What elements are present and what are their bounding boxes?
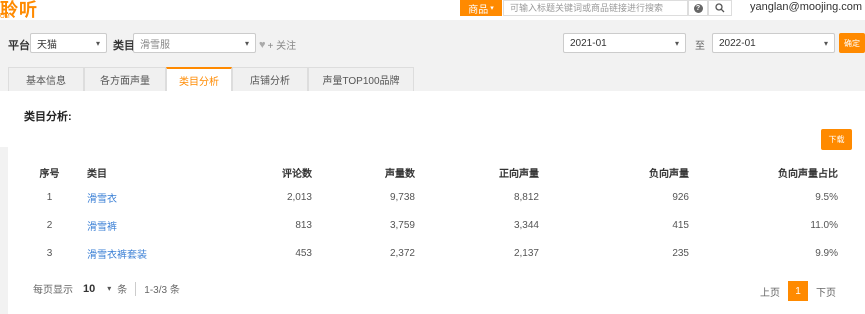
cell-positive: 2,137 — [513, 247, 539, 259]
cell-negative: 926 — [672, 191, 689, 203]
tab-category-analysis[interactable]: 类目分析 — [166, 67, 232, 91]
platform-select[interactable]: 天猫 ▾ — [30, 33, 107, 53]
heart-icon: ♥ — [259, 38, 266, 51]
cell-index: 2 — [46, 219, 53, 231]
category-value: 滑雪服 — [140, 39, 170, 51]
search-type-label: 商品 — [468, 4, 489, 16]
search-icon — [715, 3, 725, 13]
cell-volume: 9,738 — [389, 191, 415, 203]
cell-negative-ratio: 9.5% — [815, 191, 838, 203]
category-label: 类目 — [113, 40, 135, 52]
date-to-select[interactable]: 2022-01 ▾ — [712, 33, 835, 53]
category-table: 序号 类目 评论数 声量数 正向声量 负向声量 负向声量占比 1 滑雪衣 2,0… — [16, 161, 839, 267]
cell-comments: 2,013 — [286, 191, 312, 203]
pagination: 上页 1 下页 — [760, 281, 836, 301]
col-header-negative: 负向声量 — [649, 168, 689, 180]
col-header-volume: 声量数 — [385, 168, 415, 180]
help-button[interactable]: ? — [688, 0, 708, 16]
chevron-down-icon: ▾ — [95, 38, 100, 48]
to-label: 至 — [695, 41, 705, 52]
col-header-category: 类目 — [87, 168, 107, 180]
cell-negative: 235 — [672, 247, 689, 259]
category-link[interactable]: 滑雪裤 — [83, 211, 183, 239]
cell-negative: 415 — [672, 219, 689, 231]
cell-volume: 2,372 — [389, 247, 415, 259]
table-row: 2 滑雪裤 813 3,759 3,344 415 11.0% — [16, 211, 838, 239]
chevron-down-icon: ▾ — [823, 38, 828, 48]
per-page-label: 每页显示 — [33, 285, 73, 296]
follow-button[interactable]: ♥ + 关注 — [259, 37, 297, 53]
next-page-button[interactable]: 下页 — [816, 284, 836, 299]
platform-label: 平台 — [8, 40, 30, 52]
user-menu[interactable]: yanglan@moojing.com ▾ — [750, 1, 865, 13]
page-button-current[interactable]: 1 — [788, 281, 808, 301]
chevron-down-icon: ▾ — [107, 284, 112, 293]
tab-basic-info[interactable]: 基本信息 — [8, 67, 84, 91]
cell-positive: 8,812 — [513, 191, 539, 203]
page-size-select[interactable]: 10 ▾ — [83, 283, 111, 295]
section-title: 类目分析: — [24, 111, 72, 123]
user-email: yanglan@moojing.com — [750, 1, 863, 13]
page-size-control: 每页显示 10 ▾ 条 1-3/3 条 — [33, 281, 180, 296]
col-header-positive: 正向声量 — [499, 168, 539, 180]
per-page-unit: 条 — [117, 285, 128, 296]
category-link[interactable]: 滑雪衣 — [83, 183, 183, 211]
download-button[interactable]: 下载 — [821, 129, 852, 150]
table-header-row: 序号 类目 评论数 声量数 正向声量 负向声量 负向声量占比 — [16, 161, 839, 183]
tab-aspect-volume[interactable]: 各方面声量 — [84, 67, 166, 91]
category-link[interactable]: 滑雪衣裤套装 — [83, 239, 183, 267]
tab-top100-brands[interactable]: 声量TOP100品牌 — [308, 67, 414, 91]
search-button[interactable] — [708, 0, 732, 16]
tab-bar: 基本信息 各方面声量 类目分析 店铺分析 声量TOP100品牌 — [8, 67, 414, 91]
cell-comments: 813 — [295, 219, 312, 231]
cell-negative-ratio: 11.0% — [810, 219, 838, 231]
cell-negative-ratio: 9.9% — [815, 247, 838, 259]
chevron-down-icon: ▾ — [244, 38, 249, 48]
follow-label: + 关注 — [267, 41, 297, 52]
cell-positive: 3,344 — [513, 219, 539, 231]
category-select[interactable]: 滑雪服 ▾ — [133, 33, 256, 53]
col-header-comments: 评论数 — [282, 168, 312, 180]
table-row: 1 滑雪衣 2,013 9,738 8,812 926 9.5% — [16, 183, 838, 211]
cell-index: 3 — [46, 247, 53, 259]
date-from-value: 2021-01 — [570, 37, 607, 49]
range-text: 1-3/3 条 — [144, 285, 180, 296]
date-from-select[interactable]: 2021-01 ▾ — [563, 33, 686, 53]
search-input[interactable] — [503, 0, 688, 16]
date-to-value: 2022-01 — [719, 37, 756, 49]
logo-subtext: OM — [0, 14, 10, 20]
search-type-dropdown[interactable]: 商品 ▾ — [460, 0, 502, 16]
table-row: 3 滑雪衣裤套装 453 2,372 2,137 235 9.9% — [16, 239, 838, 267]
col-header-index: 序号 — [39, 168, 60, 180]
platform-value: 天猫 — [37, 39, 57, 51]
chevron-down-icon: ▾ — [674, 38, 679, 48]
question-icon: ? — [693, 3, 703, 13]
tab-store-analysis[interactable]: 店铺分析 — [232, 67, 308, 91]
cell-index: 1 — [46, 191, 53, 203]
divider — [135, 281, 137, 296]
category-analysis-panel: 类目分析: 下载 序号 类目 评论数 声量数 正向声量 负向声量 负向声量占比 … — [8, 91, 865, 314]
cell-volume: 3,759 — [389, 219, 415, 231]
col-header-negative-ratio: 负向声量占比 — [778, 168, 838, 180]
confirm-button[interactable]: 确定 — [839, 33, 865, 53]
top-bar: 聆听 OM 商品 ▾ ? yanglan@moojing.com ▾ — [0, 0, 865, 20]
panel-edge — [0, 91, 8, 147]
page-size-value: 10 — [83, 282, 96, 295]
prev-page-button[interactable]: 上页 — [760, 284, 780, 299]
filter-row: 平台 天猫 ▾ 类目 滑雪服 ▾ ♥ + 关注 2021-01 ▾ 至 2022… — [0, 30, 865, 56]
chevron-down-icon: ▾ — [490, 5, 494, 12]
cell-comments: 453 — [295, 247, 312, 259]
